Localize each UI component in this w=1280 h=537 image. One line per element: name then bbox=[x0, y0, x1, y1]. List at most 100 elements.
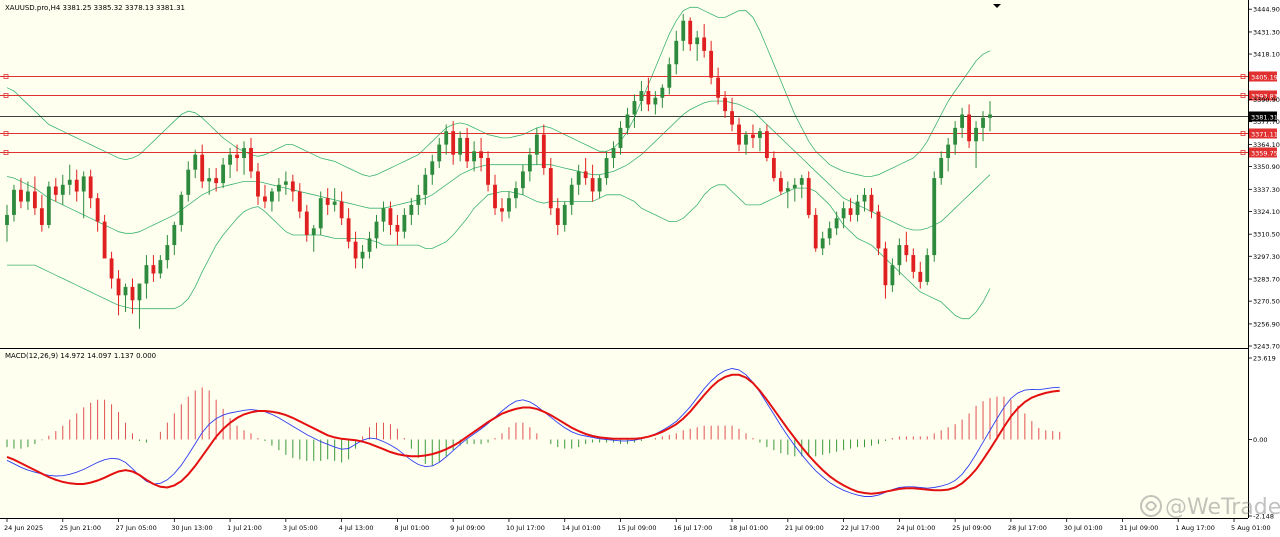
candle-body bbox=[123, 286, 128, 296]
candle-body bbox=[311, 228, 316, 236]
candle-body bbox=[318, 198, 323, 229]
candle-body bbox=[88, 176, 93, 199]
candle-body bbox=[25, 191, 30, 202]
candle-body bbox=[451, 131, 456, 155]
candle-body bbox=[737, 124, 741, 145]
candle-body bbox=[423, 174, 428, 195]
candle-body bbox=[32, 191, 37, 209]
price-tick-label: 3364.10 bbox=[1253, 141, 1280, 149]
candle-body bbox=[855, 201, 860, 215]
candle-body bbox=[785, 188, 790, 192]
candle-body bbox=[193, 154, 198, 170]
time-tick-label: 30 Jun 13:00 bbox=[171, 524, 212, 532]
candle-body bbox=[381, 208, 386, 222]
candle-body bbox=[820, 238, 825, 249]
candle-body bbox=[430, 161, 435, 175]
candle-body bbox=[144, 265, 149, 284]
candle-body bbox=[932, 178, 937, 256]
candle-body bbox=[660, 87, 665, 98]
candle-body bbox=[625, 114, 630, 128]
candle-body bbox=[702, 37, 707, 51]
candle-body bbox=[12, 189, 16, 215]
candle-body bbox=[500, 208, 504, 212]
candle-body bbox=[520, 171, 525, 189]
candle-body bbox=[270, 191, 274, 202]
candle-body bbox=[695, 37, 700, 45]
candle-body bbox=[541, 134, 546, 169]
candle-body bbox=[771, 158, 776, 179]
candle-body bbox=[744, 134, 748, 145]
candle-body bbox=[688, 20, 693, 45]
candle-body bbox=[360, 251, 365, 259]
candle-body bbox=[46, 186, 51, 225]
candle-body bbox=[137, 283, 142, 301]
candle-body bbox=[639, 91, 644, 102]
candle-body bbox=[507, 198, 511, 212]
price-tick-label: 3337.30 bbox=[1253, 186, 1280, 194]
candle-body bbox=[890, 265, 895, 286]
candle-body bbox=[74, 179, 79, 192]
candle-body bbox=[981, 117, 985, 128]
candle-body bbox=[758, 131, 762, 138]
time-tick-label: 24 Jul 01:00 bbox=[896, 524, 935, 532]
candle-body bbox=[95, 198, 100, 222]
time-tick-label: 22 Jul 17:00 bbox=[841, 524, 880, 532]
trading-chart[interactable]: 3405.193393.833371.113359.753381.313444.… bbox=[0, 0, 1280, 537]
candle-body bbox=[813, 214, 818, 249]
candle-body bbox=[869, 194, 874, 212]
candle-body bbox=[179, 194, 184, 225]
candle-body bbox=[904, 245, 909, 256]
candle-body bbox=[918, 271, 923, 282]
price-tick-label: 3390.90 bbox=[1253, 96, 1280, 104]
candle-body bbox=[388, 208, 393, 225]
candle-body bbox=[53, 186, 58, 195]
candle-body bbox=[862, 194, 867, 202]
candle-body bbox=[618, 127, 623, 148]
candle-body bbox=[569, 184, 574, 205]
time-tick-label: 3 Jul 05:00 bbox=[283, 524, 318, 532]
candle-body bbox=[158, 260, 163, 274]
candle-body bbox=[39, 208, 44, 225]
candle-body bbox=[437, 144, 442, 162]
candle-body bbox=[674, 40, 679, 65]
macd-tick-label: 23.619 bbox=[1253, 355, 1276, 363]
candle-body bbox=[911, 255, 916, 272]
candle-body bbox=[827, 228, 832, 239]
level-price-label: 3359.75 bbox=[1251, 150, 1278, 158]
candle-body bbox=[632, 101, 637, 115]
symbol-header: XAUUSD.pro,H4 3381.25 3385.32 3378.13 33… bbox=[5, 4, 185, 12]
candle-body bbox=[465, 137, 470, 162]
price-tick-label: 3324.10 bbox=[1253, 208, 1280, 216]
candle bbox=[876, 204, 881, 256]
candle-body bbox=[792, 184, 797, 189]
candle-body bbox=[276, 184, 281, 192]
level-price-label: 3371.11 bbox=[1251, 131, 1278, 139]
candle-body bbox=[339, 201, 344, 219]
time-tick-label: 21 Jul 09:00 bbox=[785, 524, 824, 532]
candle-body bbox=[402, 214, 407, 232]
candle-body bbox=[576, 171, 581, 185]
candle-body bbox=[416, 194, 421, 205]
price-tick-label: 3256.90 bbox=[1253, 320, 1280, 328]
candle-body bbox=[19, 189, 23, 202]
candle-body bbox=[583, 171, 588, 179]
candle-body bbox=[109, 258, 114, 279]
time-tick-label: 4 Jul 13:00 bbox=[339, 524, 374, 532]
candle-body bbox=[367, 238, 372, 252]
candle-body bbox=[834, 218, 839, 229]
candle-body bbox=[653, 97, 658, 105]
candle-body bbox=[486, 158, 490, 185]
price-tick-label: 3243.70 bbox=[1253, 343, 1280, 351]
candle-body bbox=[597, 178, 602, 192]
candle-body bbox=[409, 204, 414, 215]
time-tick-label: 15 Jul 09:00 bbox=[618, 524, 657, 532]
macd-header: MACD(12,26,9) 14.972 14.097 1.137 0.000 bbox=[5, 352, 156, 360]
candle-body bbox=[102, 221, 107, 259]
candle-body bbox=[939, 158, 944, 179]
candle-body bbox=[590, 178, 595, 192]
candle-body bbox=[221, 164, 226, 184]
candle-body bbox=[290, 181, 295, 192]
candle-body bbox=[946, 144, 951, 159]
candle-body bbox=[346, 218, 351, 242]
candle-body bbox=[967, 114, 972, 142]
